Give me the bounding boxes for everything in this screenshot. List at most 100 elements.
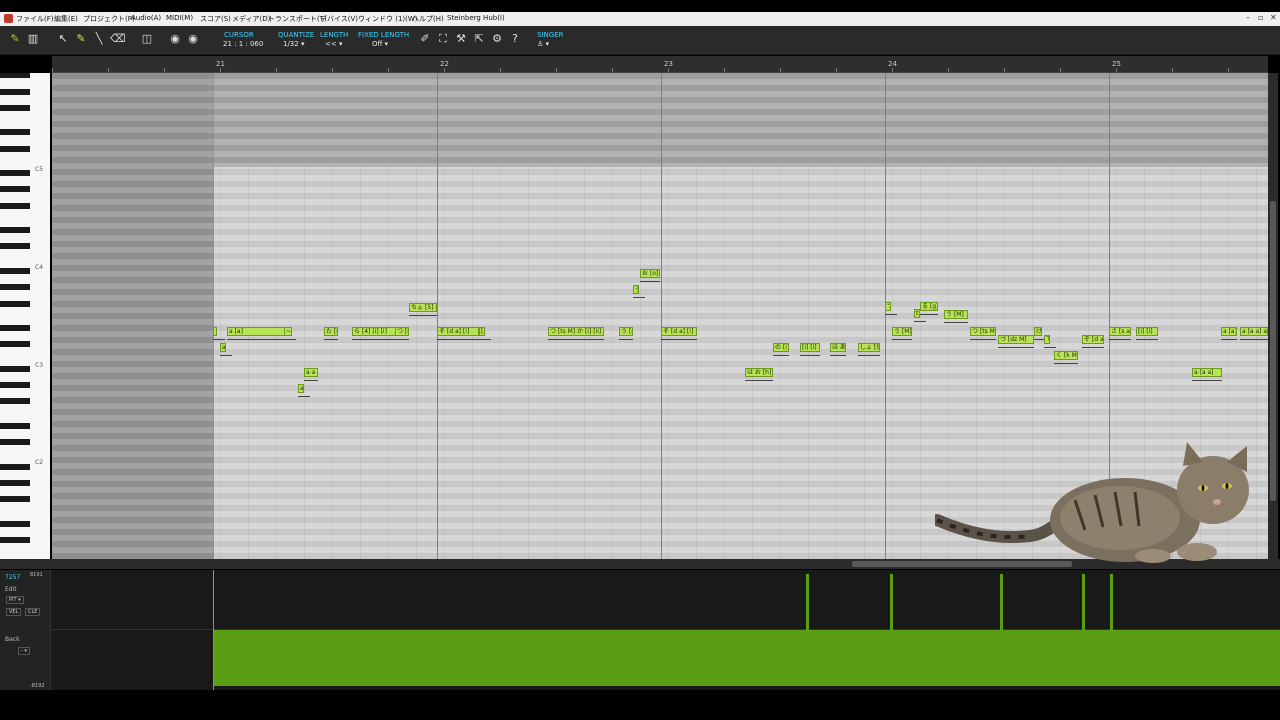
- note[interactable]: a: [298, 384, 304, 393]
- export-icon[interactable]: ⇱: [472, 32, 486, 46]
- edit-icon[interactable]: ✐: [418, 32, 432, 46]
- eraser-icon[interactable]: ⌫: [110, 32, 126, 46]
- note[interactable]: お [o]: [640, 269, 660, 278]
- black-key[interactable]: [0, 365, 30, 372]
- note[interactable]: さ: [213, 327, 217, 336]
- length-select[interactable]: << ▾: [325, 40, 342, 48]
- black-key[interactable]: [0, 398, 30, 405]
- tool-icon[interactable]: ⚒: [454, 32, 468, 46]
- black-key[interactable]: [0, 496, 30, 503]
- settings-icon[interactable]: ⚙: [490, 32, 504, 46]
- black-key[interactable]: [0, 479, 30, 486]
- note[interactable]: ぞ [d a]: [1082, 335, 1104, 344]
- black-key[interactable]: [0, 382, 30, 388]
- note[interactable]: つ [ts M]: [970, 327, 996, 336]
- menu-score[interactable]: スコア(S): [200, 14, 231, 24]
- black-key[interactable]: [0, 73, 30, 79]
- note[interactable]: a [a]: [1221, 327, 1237, 336]
- note[interactable]: a: [220, 343, 226, 352]
- black-key[interactable]: [0, 341, 30, 348]
- black-key[interactable]: [0, 536, 30, 543]
- note[interactable]: け: [1034, 327, 1042, 336]
- logo-icon[interactable]: ✎: [8, 32, 22, 46]
- note[interactable]: る [g]: [920, 302, 938, 311]
- menu-devices[interactable]: デバイス(V): [320, 14, 358, 24]
- note[interactable]: しょ [S]: [858, 343, 880, 352]
- note[interactable]: ほ あ: [830, 343, 846, 352]
- note[interactable]: う [M]: [944, 310, 968, 319]
- param-select[interactable]: PIT ▾: [6, 596, 24, 604]
- note[interactable]: く [k M]: [1054, 351, 1078, 360]
- note[interactable]: は お [h]: [745, 368, 773, 377]
- black-key[interactable]: [0, 227, 30, 234]
- note[interactable]: a [a a] a: [1240, 327, 1268, 336]
- note[interactable]: ちょ [5] o: [409, 303, 437, 312]
- line-icon[interactable]: ╲: [92, 32, 106, 46]
- menu-transport[interactable]: トランスポート(T): [268, 14, 327, 24]
- note[interactable]: ぞ [d a] [i]: [661, 327, 697, 336]
- black-key[interactable]: [0, 170, 30, 177]
- note[interactable]: a [a]: [227, 327, 289, 336]
- note[interactable]: う [M]: [892, 327, 912, 336]
- black-key[interactable]: [0, 186, 30, 193]
- note[interactable]: ろ: [633, 285, 639, 294]
- note[interactable]: ~[i]: [284, 327, 292, 336]
- note[interactable]: の [i]: [773, 343, 789, 352]
- menu-media[interactable]: メディア(D): [232, 14, 270, 24]
- vel-button[interactable]: VEL: [6, 608, 22, 616]
- note[interactable]: ぞ [d a] [i]: [437, 327, 479, 336]
- piano-keyboard[interactable]: C5 C4 C3 C2: [0, 73, 50, 559]
- keyboard-icon[interactable]: ▥: [26, 32, 40, 46]
- pointer-icon[interactable]: ↖: [56, 32, 70, 46]
- black-key[interactable]: [0, 202, 30, 209]
- vocal-b-icon[interactable]: ◉: [186, 32, 200, 46]
- note[interactable]: つ: [885, 302, 891, 311]
- black-key[interactable]: [0, 129, 30, 136]
- parameter-lane[interactable]: [52, 570, 1280, 690]
- menu-audio[interactable]: Audio(A): [131, 14, 161, 22]
- menu-midi[interactable]: MIDI(M): [166, 14, 193, 22]
- note[interactable]: て: [1044, 335, 1050, 344]
- note[interactable]: [i] [i]: [1136, 327, 1158, 336]
- cursor-value[interactable]: 21 : 1 : 060: [223, 40, 263, 48]
- timeline-ruler[interactable]: 21 22 23 24 25: [52, 56, 1268, 73]
- note[interactable]: つ [i]: [395, 327, 409, 336]
- note[interactable]: う [m]: [619, 327, 633, 336]
- pencil-icon[interactable]: ✎: [74, 32, 88, 46]
- menu-edit[interactable]: 編集(E): [54, 14, 78, 24]
- black-key[interactable]: [0, 422, 30, 429]
- black-key[interactable]: [0, 267, 30, 274]
- quantize-select[interactable]: 1/32 ▾: [283, 40, 304, 48]
- note[interactable]: つ [ts M] か [i] [ii]: [548, 327, 604, 336]
- note[interactable]: た [i]: [324, 327, 338, 336]
- vocal-a-icon[interactable]: ◉: [168, 32, 182, 46]
- black-key[interactable]: [0, 104, 30, 111]
- help-icon[interactable]: ?: [508, 32, 522, 46]
- cle-button[interactable]: CLE: [25, 608, 41, 616]
- fixed-length-select[interactable]: Off ▾: [372, 40, 388, 48]
- note[interactable]: さ [s a]: [1109, 327, 1131, 336]
- black-key[interactable]: [0, 88, 30, 95]
- vertical-scroll-thumb[interactable]: [1270, 201, 1276, 501]
- close-icon[interactable]: ✕: [1270, 13, 1277, 22]
- menu-steinberg-hub[interactable]: Steinberg Hub(I): [447, 14, 505, 22]
- vertical-scrollbar[interactable]: [1268, 73, 1278, 559]
- note[interactable]: a [a a]: [1192, 368, 1222, 377]
- black-key[interactable]: [0, 284, 30, 291]
- minimize-icon[interactable]: –: [1246, 13, 1250, 22]
- black-key[interactable]: [0, 300, 30, 307]
- menu-window[interactable]: ウィンドウ (1)(W): [358, 14, 418, 24]
- playback-cursor[interactable]: [213, 73, 214, 559]
- fit-icon[interactable]: ⛶: [436, 32, 450, 46]
- singer-select[interactable]: ♙ ▾: [537, 40, 549, 48]
- split-icon[interactable]: ◫: [140, 32, 154, 46]
- note[interactable]: [a]: [479, 327, 485, 336]
- menu-file[interactable]: ファイル(F): [16, 14, 54, 24]
- note[interactable]: づ [dz M]: [998, 335, 1034, 344]
- note[interactable]: a a: [304, 368, 318, 377]
- note[interactable]: [i] [i]: [800, 343, 820, 352]
- black-key[interactable]: [0, 145, 30, 152]
- black-key[interactable]: [0, 324, 30, 331]
- back-select[interactable]: - ▾: [18, 647, 30, 655]
- black-key[interactable]: [0, 463, 30, 470]
